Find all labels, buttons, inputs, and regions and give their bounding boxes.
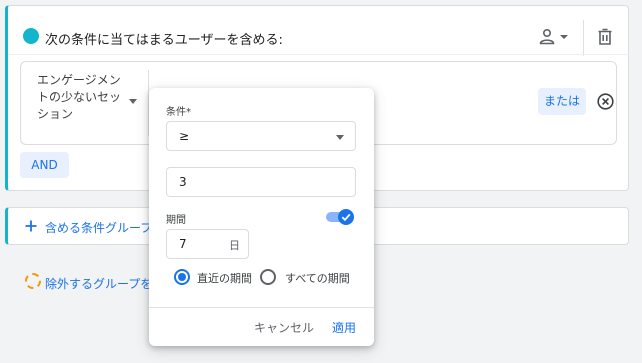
popup-footer-divider — [149, 307, 374, 308]
dashed-circle-icon — [25, 273, 41, 289]
trash-icon[interactable] — [597, 28, 613, 46]
header-separator — [8, 54, 629, 55]
condition-label: 条件* — [166, 107, 191, 118]
cancel-button[interactable]: キャンセル — [254, 319, 314, 336]
operator-value: ≥ — [179, 129, 190, 143]
metric-select[interactable]: エンゲージメントの少ないセッション — [37, 72, 129, 123]
group-title: 次の条件に当てはまるユーザーを含める: — [45, 33, 283, 48]
group-dot-icon — [23, 28, 39, 44]
radio-all-label[interactable]: すべての期間 — [285, 270, 350, 286]
days-value: 7 — [179, 237, 187, 251]
period-label: 期間 — [166, 215, 186, 226]
header-divider — [583, 20, 584, 56]
value-input[interactable]: 3 — [166, 167, 356, 197]
chevron-down-icon — [336, 135, 344, 140]
radio-recent-period[interactable] — [174, 269, 190, 285]
and-button[interactable]: AND — [20, 152, 69, 178]
radio-recent-label[interactable]: 直近の期間 — [197, 270, 252, 286]
toggle-knob — [338, 209, 354, 225]
calendar-icon: 日 — [229, 239, 240, 252]
add-group-label[interactable]: 含める条件グループを — [45, 219, 164, 236]
radio-all-periods[interactable] — [260, 269, 276, 285]
person-icon[interactable] — [538, 28, 574, 46]
close-circle-icon[interactable] — [597, 93, 614, 110]
condition-popup: 条件* ≥ 3 期間 7 日 直近の期間 すべての期間 キャンセル 適用 — [149, 88, 374, 346]
chevron-down-icon[interactable] — [129, 99, 137, 104]
add-exclude-group-link[interactable]: 除外するグループを追 — [45, 275, 164, 292]
period-toggle[interactable] — [326, 209, 354, 225]
value-text: 3 — [179, 175, 187, 189]
days-input[interactable]: 7 日 — [166, 229, 249, 259]
plus-icon — [25, 220, 37, 232]
or-button[interactable]: または — [538, 88, 586, 115]
apply-button[interactable]: 適用 — [332, 319, 356, 336]
operator-select[interactable]: ≥ — [166, 121, 356, 151]
